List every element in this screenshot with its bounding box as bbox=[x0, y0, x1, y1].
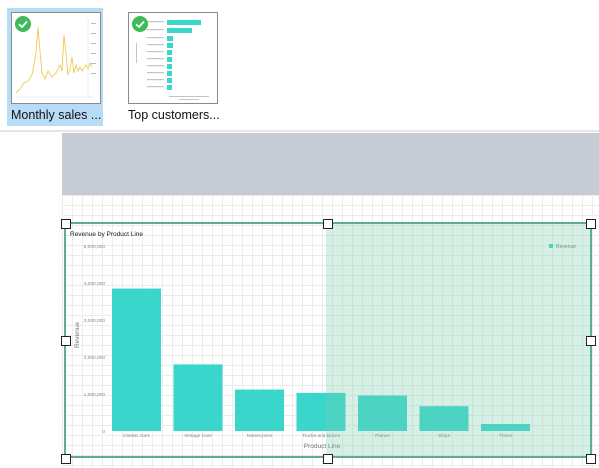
resize-handle-top-left[interactable] bbox=[61, 219, 71, 229]
resize-handle-bottom-left[interactable] bbox=[61, 454, 71, 464]
resize-handle-top[interactable] bbox=[323, 219, 333, 229]
resize-handle-left[interactable] bbox=[61, 336, 71, 346]
resize-handle-bottom[interactable] bbox=[323, 454, 333, 464]
resize-handle-right[interactable] bbox=[586, 336, 596, 346]
resize-handle-bottom-right[interactable] bbox=[586, 454, 596, 464]
chart-selection-frame[interactable] bbox=[64, 222, 592, 458]
resize-handle-top-right[interactable] bbox=[586, 219, 596, 229]
